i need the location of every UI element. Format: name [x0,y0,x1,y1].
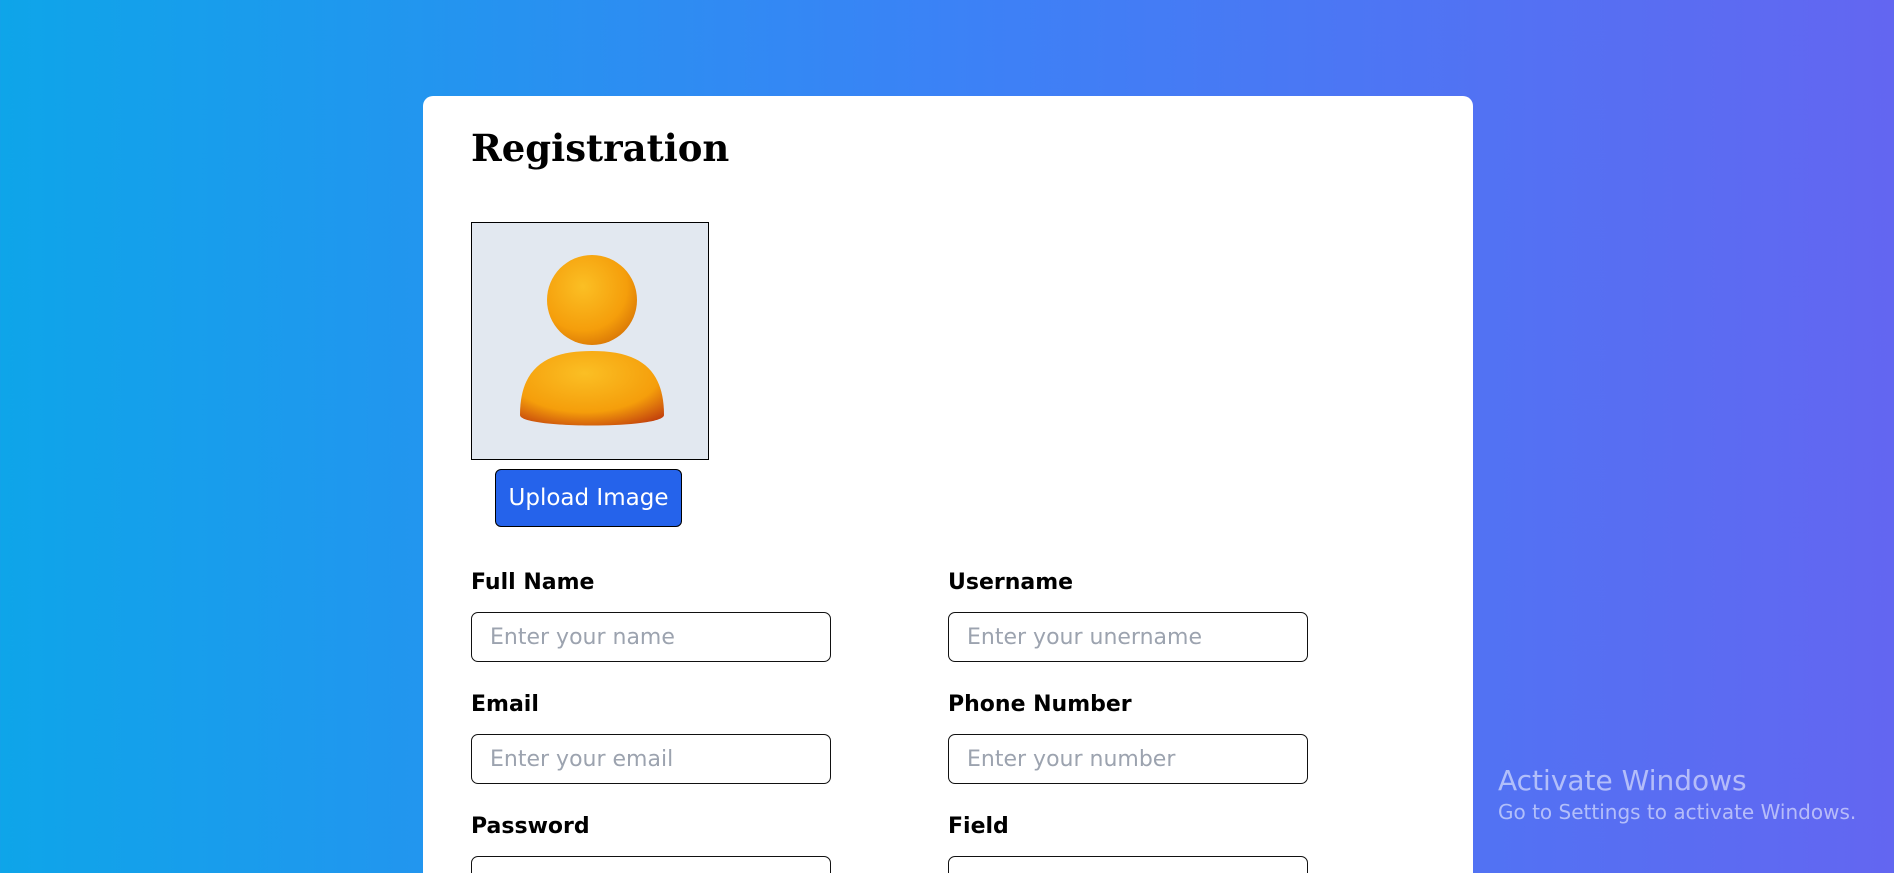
phone-number-label: Phone Number [948,692,1132,717]
email-input[interactable] [471,734,831,784]
full-name-label: Full Name [471,570,595,595]
full-name-input[interactable] [471,612,831,662]
field-group: Field [948,814,1308,873]
email-label: Email [471,692,539,717]
field-label: Field [948,814,1009,839]
page-title: Registration [471,126,730,170]
user-avatar-icon [520,255,664,426]
registration-card: Registration Upload Image Full Name Ente… [423,96,1473,873]
password-input[interactable] [471,856,831,873]
username-label: Username [948,570,1074,595]
phone-number-group: Phone Number [948,692,1308,784]
upload-image-button[interactable]: Upload Image [495,469,682,527]
watermark-title: Activate Windows [1498,764,1747,797]
password-label: Password [471,814,590,839]
field-input[interactable] [948,856,1308,873]
username-input[interactable] [948,612,1308,662]
email-group: Email [471,692,831,784]
activate-windows-watermark: Activate Windows Go to Settings to activ… [1498,764,1856,826]
phone-number-input[interactable] [948,734,1308,784]
password-group: Password [471,814,831,873]
watermark-subtitle: Go to Settings to activate Windows. [1498,799,1857,824]
username-group: Username [948,570,1308,662]
full-name-group: Full Name [471,570,831,662]
profile-image-preview [471,222,709,460]
